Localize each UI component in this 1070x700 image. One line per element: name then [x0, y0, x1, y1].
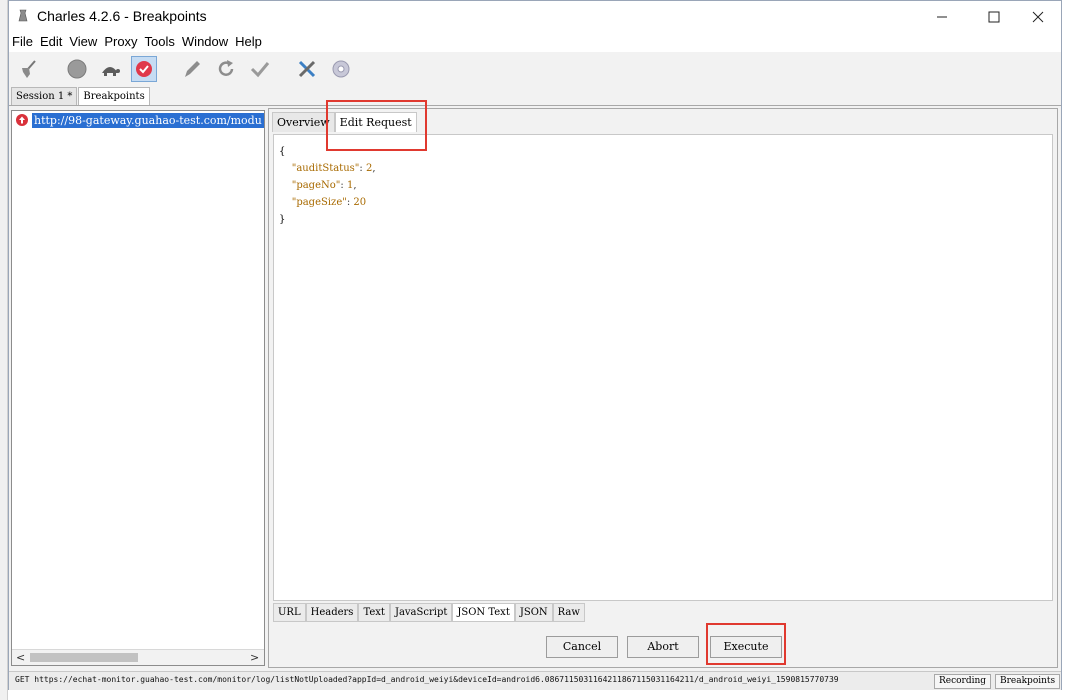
json-key: "auditStatus": [291, 163, 360, 174]
body-view-tabs: URL Headers Text JavaScript JSON Text JS…: [273, 603, 585, 622]
tabs-divider: [9, 105, 1061, 106]
charles-app-icon: [18, 9, 28, 22]
breakpoints-icon: [136, 61, 152, 77]
menu-proxy[interactable]: Proxy: [101, 32, 141, 52]
status-text: GET https://echat-monitor.guahao-test.co…: [15, 675, 839, 684]
pen-icon: [185, 61, 200, 77]
json-open-brace: {: [279, 146, 286, 157]
menu-file[interactable]: File: [9, 32, 37, 52]
menu-window[interactable]: Window: [179, 32, 232, 52]
validate-button[interactable]: [247, 56, 273, 82]
maximize-icon: [988, 11, 1000, 22]
request-list-item[interactable]: http://98-gateway.guahao-test.com/modu: [14, 113, 264, 128]
maximize-button[interactable]: [971, 1, 1017, 32]
menu-tools[interactable]: Tools: [142, 32, 179, 52]
menu-view[interactable]: View: [66, 32, 101, 52]
abort-button[interactable]: Abort: [627, 636, 699, 658]
repeat-button[interactable]: [213, 56, 239, 82]
throttle-turtle-icon: [102, 67, 120, 76]
scroll-left-icon[interactable]: <: [16, 651, 25, 664]
close-button[interactable]: [1015, 1, 1061, 32]
tab-session-1[interactable]: Session 1 *: [11, 87, 78, 106]
breakpoints-toggle-button[interactable]: [131, 56, 157, 82]
record-button[interactable]: [64, 56, 90, 82]
window-title: Charles 4.2.6 - Breakpoints: [37, 8, 207, 24]
scroll-right-icon[interactable]: >: [250, 651, 259, 664]
breakpoint-up-arrow-icon: [16, 114, 28, 126]
tab-headers[interactable]: Headers: [305, 603, 359, 622]
desktop-background-strip: [0, 0, 8, 700]
request-body-editor[interactable]: { "auditStatus": 2, "pageNo": 1, "pageSi…: [273, 134, 1053, 601]
scrollbar-thumb[interactable]: [30, 653, 138, 662]
settings-gear-icon: [332, 60, 350, 78]
minimize-button[interactable]: [919, 1, 965, 32]
session-tabs: Session 1 * Breakpoints: [11, 87, 151, 106]
breakpoints-status-button[interactable]: Breakpoints: [995, 674, 1061, 689]
json-close-brace: }: [279, 214, 286, 225]
tab-json-text[interactable]: JSON Text: [452, 603, 515, 622]
horizontal-scrollbar[interactable]: < >: [12, 649, 264, 665]
validate-check-icon: [250, 62, 270, 78]
tab-json[interactable]: JSON: [514, 603, 553, 622]
tools-icon: [298, 60, 316, 78]
json-key: "pageSize": [291, 197, 347, 208]
request-detail-panel: Overview Edit Request { "auditStatus": 2…: [268, 108, 1058, 668]
clear-session-button[interactable]: [15, 56, 41, 82]
close-icon: [1032, 11, 1044, 22]
charles-window: Charles 4.2.6 - Breakpoints File Edit Vi…: [8, 0, 1062, 690]
tools-button[interactable]: [294, 56, 320, 82]
title-bar: Charles 4.2.6 - Breakpoints: [9, 1, 1061, 32]
record-icon: [67, 59, 87, 79]
menu-help[interactable]: Help: [232, 32, 266, 52]
minimize-icon: [937, 16, 947, 17]
tab-edit-request[interactable]: Edit Request: [334, 112, 417, 132]
toolbar: [9, 53, 1061, 86]
detail-tabs: Overview Edit Request: [272, 112, 417, 132]
broom-icon: [22, 60, 36, 78]
tab-text[interactable]: Text: [358, 603, 390, 622]
json-body-text: { "auditStatus": 2, "pageNo": 1, "pageSi…: [279, 146, 376, 225]
tab-raw[interactable]: Raw: [552, 603, 585, 622]
request-list-panel: http://98-gateway.guahao-test.com/modu <…: [11, 110, 265, 666]
json-key: "pageNo": [291, 180, 341, 191]
tab-url[interactable]: URL: [273, 603, 306, 622]
menu-bar: File Edit View Proxy Tools Window Help: [9, 32, 1061, 52]
cancel-button[interactable]: Cancel: [546, 636, 618, 658]
throttle-button[interactable]: [97, 56, 123, 82]
request-url: http://98-gateway.guahao-test.com/modu: [32, 113, 264, 128]
menu-edit[interactable]: Edit: [37, 32, 66, 52]
tab-breakpoints[interactable]: Breakpoints: [78, 87, 150, 106]
status-bar: GET https://echat-monitor.guahao-test.co…: [9, 671, 1061, 690]
settings-button[interactable]: [328, 56, 354, 82]
tab-overview[interactable]: Overview: [272, 112, 335, 132]
execute-button[interactable]: Execute: [710, 636, 782, 658]
repeat-icon: [218, 60, 234, 76]
recording-status-button[interactable]: Recording: [934, 674, 992, 689]
json-value: 20: [353, 197, 367, 208]
compose-button[interactable]: [179, 56, 205, 82]
tab-javascript[interactable]: JavaScript: [389, 603, 453, 622]
